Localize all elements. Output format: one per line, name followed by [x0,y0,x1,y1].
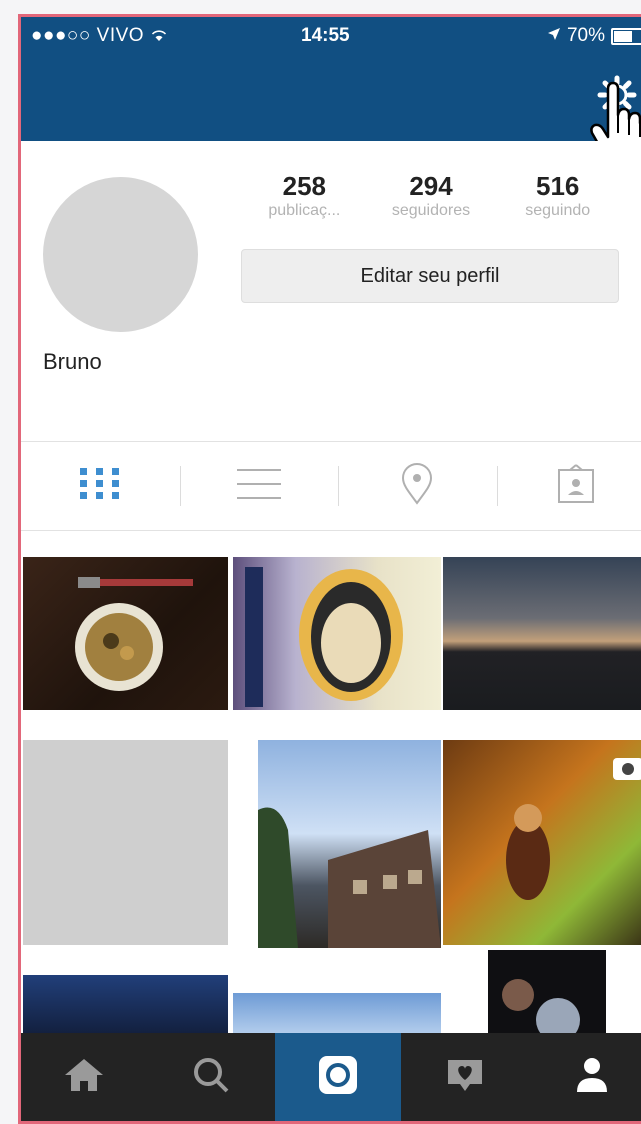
camera-icon [316,1053,360,1102]
tab-search[interactable] [148,1033,275,1121]
photo-concert-video[interactable] [443,740,641,945]
status-bar: ●●●○○ VIVO 14:55 70% [21,17,641,55]
top-navigation-bar [21,55,641,141]
tab-tagged[interactable] [497,442,641,530]
stat-posts-label: publicaç... [241,202,368,220]
avatar[interactable] [43,177,198,332]
battery-percent: 70% [567,25,605,47]
tab-activity[interactable] [401,1033,528,1121]
tab-profile[interactable] [528,1033,641,1121]
tab-camera[interactable] [275,1033,402,1121]
bottom-tab-bar [21,1033,641,1121]
carrier-label: ●●●○○ VIVO [31,25,144,46]
photo-placeholder[interactable] [23,740,228,945]
photo-food-bowl[interactable] [23,557,228,710]
tab-grid[interactable] [21,442,180,530]
list-icon [235,466,283,507]
photo-sunset-lake[interactable] [443,557,641,710]
profile-view-tabs [21,441,641,531]
tagged-photos-icon [557,464,595,509]
grid-icon [78,467,122,506]
activity-icon [444,1056,486,1099]
profile-icon [575,1056,609,1099]
stat-followers-label: seguidores [368,202,495,220]
stat-posts-count: 258 [241,171,368,202]
stat-following-count: 516 [494,171,621,202]
battery-status: 70% [547,25,641,47]
carrier-signal: ●●●○○ VIVO [31,25,168,47]
tab-places[interactable] [338,442,497,530]
tab-home[interactable] [21,1033,148,1121]
stat-following[interactable]: 516 seguindo [494,171,621,220]
stat-posts[interactable]: 258 publicaç... [241,171,368,220]
status-time: 14:55 [301,25,350,47]
edit-profile-button[interactable]: Editar seu perfil [241,249,619,303]
home-icon [63,1057,105,1098]
phone-screen: ●●●○○ VIVO 14:55 70% [18,14,641,1124]
photo-stage-performer[interactable] [488,950,606,1045]
photo-sky-building[interactable] [258,740,441,948]
tab-list[interactable] [180,442,339,530]
profile-header: 258 publicaç... 294 seguidores 516 segui… [21,141,641,441]
profile-stats: 258 publicaç... 294 seguidores 516 segui… [241,171,621,220]
location-pin-icon [400,463,434,510]
wifi-icon [150,25,168,46]
photo-portrait-drawing[interactable] [233,557,441,710]
search-icon [192,1056,230,1099]
profile-name: Bruno [43,349,102,375]
stat-followers[interactable]: 294 seguidores [368,171,495,220]
stat-followers-count: 294 [368,171,495,202]
battery-icon [611,28,641,45]
stat-following-label: seguindo [494,202,621,220]
location-arrow-icon [547,25,561,47]
